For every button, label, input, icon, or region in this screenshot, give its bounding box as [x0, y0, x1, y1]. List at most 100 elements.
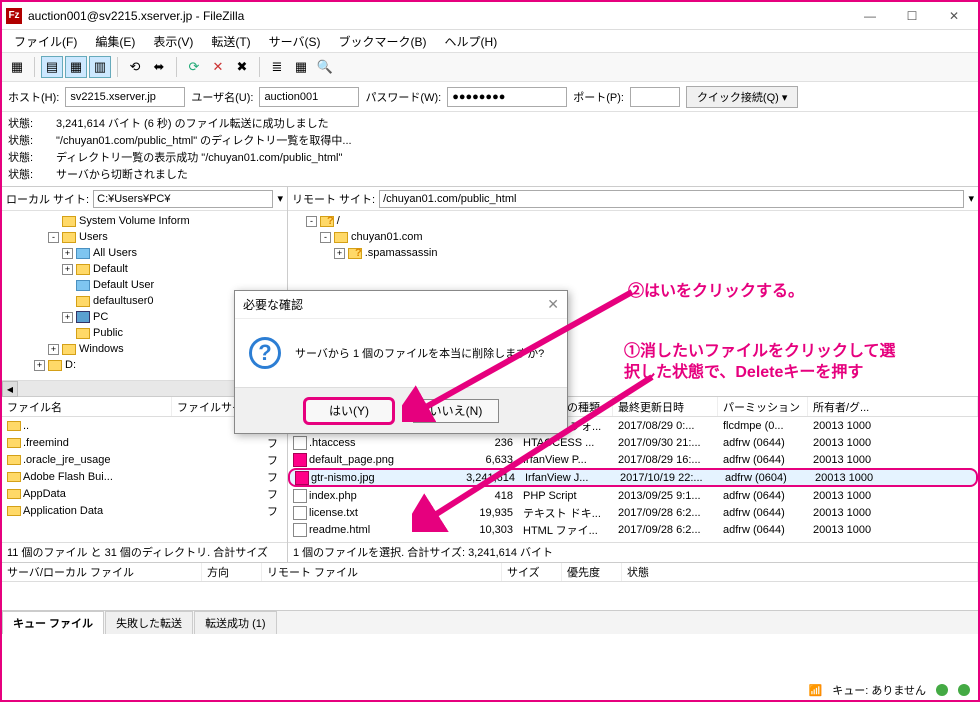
log-label: 状態:: [8, 133, 48, 150]
toggle-tree-icon[interactable]: ▦: [65, 56, 87, 78]
tab-queue[interactable]: キュー ファイル: [2, 611, 104, 634]
port-label: ポート(P):: [573, 89, 624, 105]
sync-icon[interactable]: ⟲: [124, 56, 146, 78]
log-text: ディレクトリ一覧の表示成功 "/chuyan01.com/public_html…: [56, 150, 342, 167]
tree-node[interactable]: -?/: [292, 213, 974, 229]
file-row[interactable]: gtr-nismo.jpg3,241,614IrfanView J...2017…: [288, 468, 978, 487]
yes-button[interactable]: はい(Y): [303, 397, 395, 425]
file-row[interactable]: license.txt19,935テキスト ドキ...2017/09/28 6:…: [288, 504, 978, 521]
log-label: 状態:: [8, 167, 48, 184]
col-perm[interactable]: パーミッション: [718, 397, 808, 416]
toggle-queue-icon[interactable]: ▥: [89, 56, 111, 78]
queue-col-remote[interactable]: リモート ファイル: [262, 563, 502, 581]
file-row[interactable]: Adobe Flash Bui...フ: [2, 468, 287, 485]
queue-header: サーバ/ローカル ファイル 方向 リモート ファイル サイズ 優先度 状態: [2, 562, 978, 582]
disconnect-icon[interactable]: ✖: [231, 56, 253, 78]
dialog-title: 必要な確認: [243, 296, 303, 313]
log-text: 3,241,614 バイト (6 秒) のファイル転送に成功しました: [56, 116, 329, 133]
tree-node[interactable]: +Default: [6, 261, 283, 277]
user-label: ユーザ名(U):: [191, 89, 253, 105]
question-icon: ?: [249, 337, 281, 369]
status-dot-green: [936, 684, 948, 696]
tree-node[interactable]: System Volume Inform: [6, 213, 283, 229]
tab-failed[interactable]: 失敗した転送: [105, 611, 193, 634]
host-input[interactable]: [65, 87, 185, 107]
pass-label: パスワード(W):: [365, 89, 441, 105]
tree-node[interactable]: +All Users: [6, 245, 283, 261]
file-row[interactable]: index.php418PHP Script2013/09/25 9:1...a…: [288, 487, 978, 504]
window-title: auction001@sv2215.xserver.jp - FileZilla: [28, 9, 850, 23]
stop-icon[interactable]: ✕: [207, 56, 229, 78]
menu-transfer[interactable]: 転送(T): [203, 31, 258, 52]
status-dot-green: [958, 684, 970, 696]
maximize-button[interactable]: ☐: [892, 6, 932, 26]
tree-node[interactable]: +?.spamassassin: [292, 245, 974, 261]
dropdown-icon[interactable]: ▾: [277, 192, 283, 205]
sitemanager-icon[interactable]: ▦: [6, 56, 28, 78]
file-row[interactable]: readme.html10,303HTML ファイ...2017/09/28 6…: [288, 521, 978, 538]
refresh-icon[interactable]: ⟳: [183, 56, 205, 78]
queue-col-local[interactable]: サーバ/ローカル ファイル: [2, 563, 202, 581]
filter-icon[interactable]: ≣: [266, 56, 288, 78]
local-path-input[interactable]: [93, 190, 273, 208]
compare-icon[interactable]: ⬌: [148, 56, 170, 78]
pass-input[interactable]: [447, 87, 567, 107]
queue-tabs: キュー ファイル 失敗した転送 転送成功 (1): [2, 610, 978, 634]
col-owner[interactable]: 所有者/グ...: [808, 397, 978, 416]
user-input[interactable]: [259, 87, 359, 107]
toggle-log-icon[interactable]: ▤: [41, 56, 63, 78]
tab-success[interactable]: 転送成功 (1): [194, 611, 277, 634]
remote-site-label: リモート サイト:: [292, 191, 375, 207]
queue-col-size[interactable]: サイズ: [502, 563, 562, 581]
col-filename[interactable]: ファイル名: [2, 397, 172, 416]
file-row[interactable]: default_page.png6,633IrfanView P...2017/…: [288, 451, 978, 468]
quickconnect-bar: ホスト(H): ユーザ名(U): パスワード(W): ポート(P): クイック接…: [2, 82, 978, 112]
log-text: サーバから切断されました: [56, 167, 188, 184]
annotation-2: ②はいをクリックする。: [628, 282, 804, 303]
window-titlebar: Fz auction001@sv2215.xserver.jp - FileZi…: [2, 2, 978, 30]
queue-col-dir[interactable]: 方向: [202, 563, 262, 581]
log-label: 状態:: [8, 150, 48, 167]
menubar: ファイル(F) 編集(E) 表示(V) 転送(T) サーバ(S) ブックマーク(…: [2, 30, 978, 52]
log-text: "/chuyan01.com/public_html" のディレクトリ一覧を取得…: [56, 133, 352, 150]
statusbar: 📶 キュー: ありません: [809, 682, 971, 698]
search-icon[interactable]: 🔍: [314, 56, 336, 78]
app-icon: Fz: [6, 8, 22, 24]
wifi-icon: 📶: [809, 684, 823, 697]
file-row[interactable]: AppDataフ: [2, 485, 287, 502]
col-date[interactable]: 最終更新日時: [613, 397, 718, 416]
menu-view[interactable]: 表示(V): [145, 31, 201, 52]
dropdown-icon[interactable]: ▾: [968, 192, 974, 205]
file-row[interactable]: Application Dataフ: [2, 502, 287, 519]
remote-path-input[interactable]: [379, 190, 964, 208]
port-input[interactable]: [630, 87, 680, 107]
tree-node[interactable]: -Users: [6, 229, 283, 245]
remote-status: 1 個のファイルを選択. 合計サイズ: 3,241,614 バイト: [288, 542, 978, 560]
toolbar: ▦ ▤ ▦ ▥ ⟲ ⬌ ⟳ ✕ ✖ ≣ ▦ 🔍: [2, 52, 978, 82]
confirm-dialog: 必要な確認 ✕ ? サーバから 1 個のファイルを本当に削除しますか? はい(Y…: [234, 290, 568, 434]
file-row[interactable]: .htaccess236HTACCESS ...2017/09/30 21:..…: [288, 434, 978, 451]
dialog-close-icon[interactable]: ✕: [547, 296, 559, 313]
local-status: 11 個のファイル と 31 個のディレクトリ. 合計サイズ: [2, 542, 287, 560]
quickconnect-button[interactable]: クイック接続(Q) ▾: [686, 86, 798, 108]
host-label: ホスト(H):: [8, 89, 59, 105]
minimize-button[interactable]: —: [850, 6, 890, 26]
menu-help[interactable]: ヘルプ(H): [437, 31, 506, 52]
local-site-label: ローカル サイト:: [6, 191, 89, 207]
queue-status-text: キュー: ありません: [832, 682, 926, 698]
close-button[interactable]: ✕: [934, 6, 974, 26]
queue-col-status[interactable]: 状態: [622, 563, 978, 581]
process-icon[interactable]: ▦: [290, 56, 312, 78]
log-label: 状態:: [8, 116, 48, 133]
queue-col-prio[interactable]: 優先度: [562, 563, 622, 581]
menu-bookmark[interactable]: ブックマーク(B): [331, 31, 435, 52]
file-row[interactable]: .freemindフ: [2, 434, 287, 451]
no-button[interactable]: いいえ(N): [413, 399, 499, 423]
file-row[interactable]: .oracle_jre_usageフ: [2, 451, 287, 468]
dialog-message: サーバから 1 個のファイルを本当に削除しますか?: [295, 345, 544, 361]
menu-file[interactable]: ファイル(F): [6, 31, 85, 52]
tree-node[interactable]: -chuyan01.com: [292, 229, 974, 245]
menu-edit[interactable]: 編集(E): [87, 31, 143, 52]
log-pane: 状態: 3,241,614 バイト (6 秒) のファイル転送に成功しました 状態…: [2, 112, 978, 187]
menu-server[interactable]: サーバ(S): [261, 31, 329, 52]
